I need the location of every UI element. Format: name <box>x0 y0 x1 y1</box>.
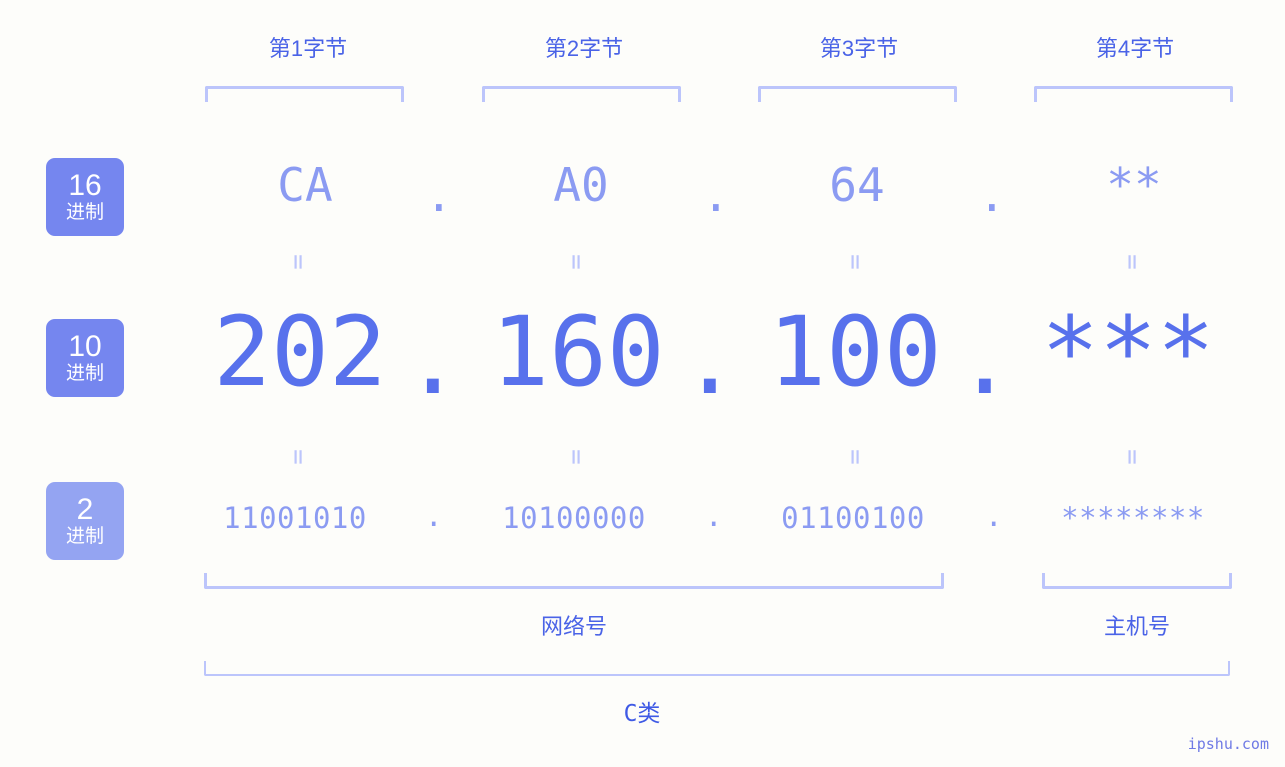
binary-byte-3: 01100100 <box>781 501 925 535</box>
hex-separator-3: . <box>978 168 1006 222</box>
binary-byte-4: ******** <box>1061 501 1205 535</box>
binary-byte-1: 11001010 <box>223 501 367 535</box>
address-class-bracket <box>204 661 1230 676</box>
byte-header-1: 第1字节 <box>268 36 348 61</box>
byte-header-4: 第4字节 <box>1095 36 1175 61</box>
site-watermark: ipshu.com <box>1187 735 1269 753</box>
base-badge-decimal: 10 进制 <box>46 319 124 397</box>
byte-bracket-top-4 <box>1034 86 1233 102</box>
hex-separator-2: . <box>702 168 730 222</box>
hex-separator-1: . <box>425 168 453 222</box>
binary-byte-2: 10100000 <box>502 501 646 535</box>
decimal-separator-1: . <box>404 304 462 416</box>
base-badge-hexadecimal-system: 进制 <box>65 201 104 223</box>
decimal-separator-3: . <box>956 304 1014 416</box>
host-portion-bracket <box>1042 573 1232 589</box>
base-badge-binary: 2 进制 <box>46 482 124 560</box>
base-badge-decimal-number: 10 <box>68 329 102 363</box>
network-portion-label: 网络号 <box>540 614 607 639</box>
byte-bracket-top-3 <box>758 86 957 102</box>
byte-bracket-top-2 <box>482 86 681 102</box>
binary-separator-1: . <box>425 499 443 533</box>
byte-header-3: 第3字节 <box>819 36 899 61</box>
base-badge-hexadecimal: 16 进制 <box>46 158 124 236</box>
equals-dec-bin-1: = <box>283 449 313 463</box>
network-portion-bracket <box>204 573 944 589</box>
base-badge-binary-system: 进制 <box>65 525 104 547</box>
address-class-label: C类 <box>623 701 661 727</box>
equals-dec-bin-3: = <box>840 449 870 463</box>
base-badge-decimal-system: 进制 <box>65 362 104 384</box>
base-badge-binary-number: 2 <box>76 492 94 526</box>
equals-dec-bin-2: = <box>561 449 591 463</box>
base-badge-hexadecimal-number: 16 <box>68 168 102 202</box>
ip-byte-breakdown-diagram: 第1字节 第2字节 第3字节 第4字节 16 进制 10 进制 2 进制 CA … <box>0 0 1285 767</box>
binary-separator-2: . <box>705 499 723 533</box>
decimal-separator-2: . <box>681 304 739 416</box>
byte-bracket-top-1 <box>205 86 404 102</box>
byte-header-2: 第2字节 <box>544 36 624 61</box>
equals-dec-bin-4: = <box>1117 449 1147 463</box>
binary-separator-3: . <box>985 499 1003 533</box>
host-portion-label: 主机号 <box>1103 614 1170 639</box>
